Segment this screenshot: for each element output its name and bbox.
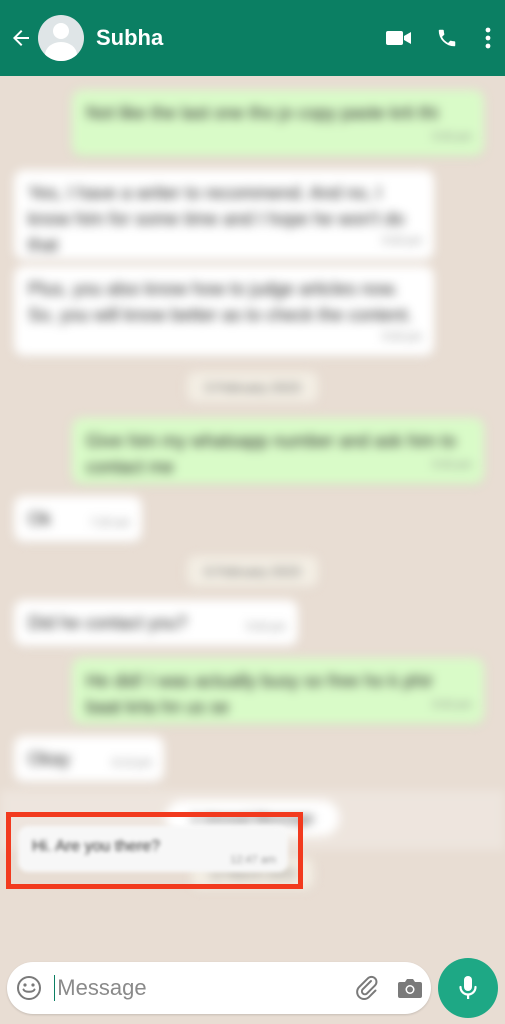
- message-time: 5:00 pm: [382, 331, 422, 343]
- message-text: He did! I was actually busy so free ho k…: [86, 671, 434, 717]
- video-call-button[interactable]: [375, 0, 423, 76]
- message-text: Ok: [28, 509, 52, 529]
- message-bubble-outgoing[interactable]: Give him my whatsapp number and ask him …: [72, 418, 484, 484]
- message-composer: [7, 962, 431, 1014]
- emoji-button[interactable]: [7, 962, 52, 1014]
- message-text: Yes, I have a writer to recommend. And n…: [28, 183, 405, 255]
- phone-icon: [438, 29, 456, 47]
- message-time: 5:00 pm: [432, 131, 472, 143]
- message-time: 9:00 pm: [432, 699, 472, 711]
- message-bubble-outgoing[interactable]: He did! I was actually busy so free ho k…: [72, 658, 484, 724]
- voice-call-button[interactable]: [423, 0, 471, 76]
- text-cursor: [53, 975, 56, 1001]
- message-bubble-incoming[interactable]: Plus, you also know how to judge article…: [14, 266, 434, 356]
- camera-icon: [397, 979, 422, 998]
- message-bubble-outgoing[interactable]: Not like the last one tho jo copy paste …: [72, 90, 484, 156]
- date-separator: 3 February 2023: [186, 372, 319, 403]
- message-time: 7:25 am: [90, 517, 130, 529]
- message-bubble-incoming[interactable]: Did he contact you? 5:00 pm: [14, 600, 298, 646]
- chat-header: Subha: [0, 0, 505, 76]
- message-text: Give him my whatsapp number and ask him …: [86, 431, 457, 477]
- message-input[interactable]: [57, 968, 346, 1008]
- more-options-button[interactable]: [471, 0, 505, 76]
- message-text: Plus, you also know how to judge article…: [28, 279, 413, 325]
- message-time: 5:00 pm: [246, 621, 286, 633]
- attach-button[interactable]: [345, 962, 388, 1014]
- message-bubble-incoming[interactable]: Okay 6:13 pm: [14, 736, 164, 782]
- contact-name[interactable]: Subha: [96, 25, 375, 51]
- message-text: Okay: [28, 749, 71, 769]
- voice-record-button[interactable]: [438, 958, 498, 1018]
- microphone-icon: [459, 976, 477, 999]
- paperclip-icon: [355, 975, 378, 1000]
- date-separator: 6 February 2023: [186, 556, 319, 587]
- video-call-icon: [386, 31, 411, 45]
- message-text: Did he contact you?: [28, 613, 188, 633]
- message-time: 5:00 pm: [432, 459, 472, 471]
- arrow-left-icon: [13, 30, 29, 46]
- camera-button[interactable]: [388, 962, 431, 1014]
- avatar[interactable]: [38, 15, 84, 61]
- message-time: 5:00 pm: [382, 235, 422, 247]
- more-vertical-icon: [485, 27, 491, 49]
- back-button[interactable]: [4, 0, 38, 76]
- message-time: 6:13 pm: [112, 757, 152, 769]
- highlight-annotation: [6, 812, 303, 889]
- emoji-icon: [17, 976, 42, 1000]
- message-text: Not like the last one tho jo copy paste …: [86, 103, 439, 123]
- message-bubble-incoming[interactable]: Yes, I have a writer to recommend. And n…: [14, 170, 434, 260]
- message-bubble-incoming[interactable]: Ok 7:25 am: [14, 496, 142, 542]
